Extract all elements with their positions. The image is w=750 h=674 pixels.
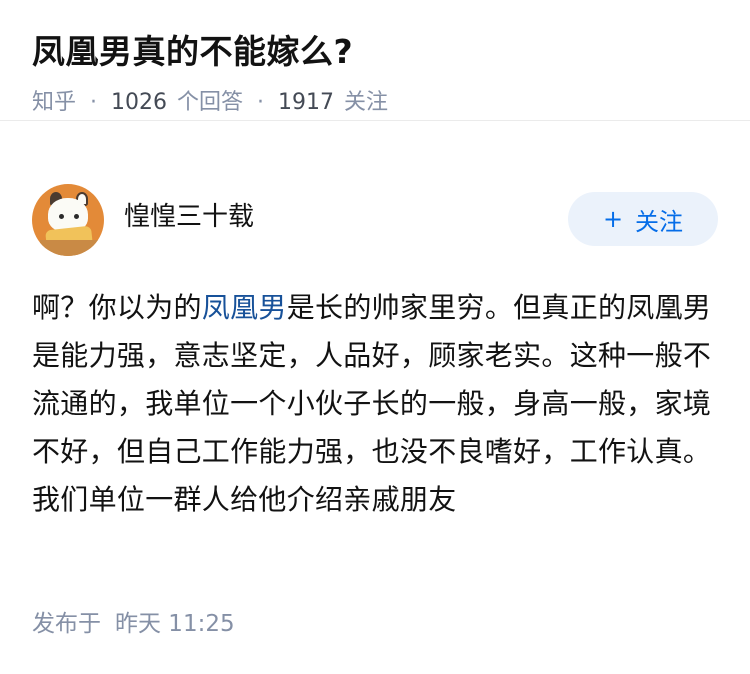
source-label[interactable]: 知乎 xyxy=(32,88,76,118)
question-header: 凤凰男真的不能嫁么? 知乎 · 1026 个回答 · 1917 关注 xyxy=(0,0,750,121)
published-time: 昨天 11:25 xyxy=(115,611,235,637)
follower-count: 1917 xyxy=(278,90,335,115)
question-title[interactable]: 凤凰男真的不能嫁么? xyxy=(32,30,718,74)
follow-button-label: 关注 xyxy=(635,207,684,236)
avatar-cat-eye-icon xyxy=(59,214,64,219)
publish-info: 发布于 昨天 11:25 xyxy=(32,608,235,640)
answer-count: 1026 xyxy=(111,90,168,115)
avatar-box-icon xyxy=(40,240,98,256)
meta-separator: · xyxy=(257,90,265,115)
published-label: 发布于 xyxy=(32,611,101,637)
follower-count-unit: 关注 xyxy=(344,90,389,115)
plus-icon: + xyxy=(602,205,624,233)
answer-text-after: 是长的帅家里穷。但真正的凤凰男是能力强，意志坚定，人品好，顾家老实。这种一般不流… xyxy=(32,291,712,516)
meta-separator: · xyxy=(90,90,98,115)
answer-content[interactable]: 啊？你以为的凤凰男是长的帅家里穷。但真正的凤凰男是能力强，意志坚定，人品好，顾家… xyxy=(32,284,712,524)
author-row: 惶惶三十载 + 关注 xyxy=(32,183,718,257)
question-meta: 知乎 · 1026 个回答 · 1917 关注 xyxy=(32,88,718,118)
answer-count-unit: 个回答 xyxy=(177,90,244,115)
follow-button[interactable]: + 关注 xyxy=(568,192,718,246)
answer-text-before: 啊？你以为的 xyxy=(32,291,202,324)
keyword-link[interactable]: 凤凰男 xyxy=(202,291,287,324)
avatar[interactable] xyxy=(32,184,104,256)
avatar-cat-eye-icon xyxy=(74,214,79,219)
